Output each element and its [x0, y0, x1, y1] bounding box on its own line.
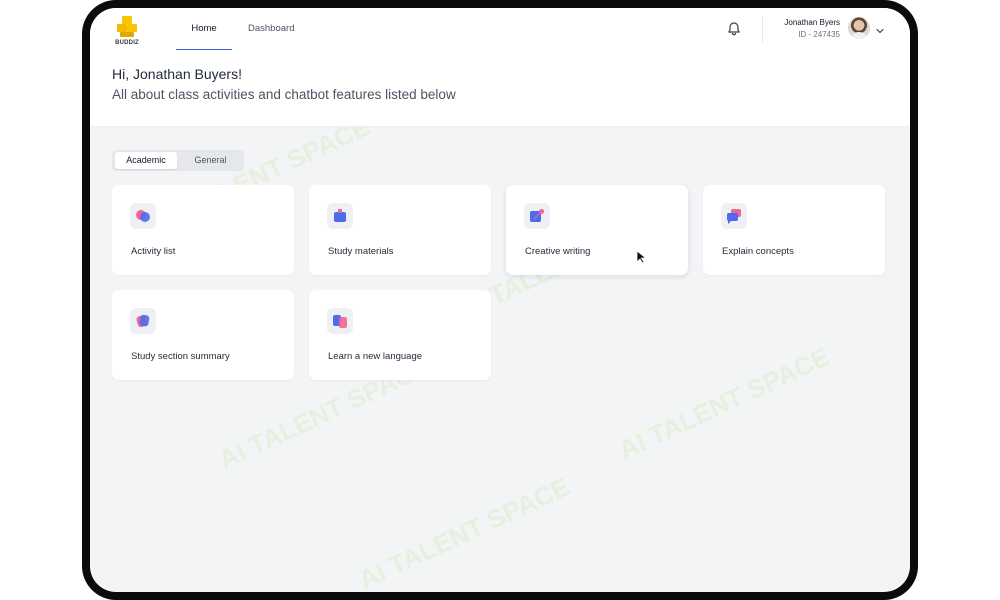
card-explain-concepts[interactable]: Explain concepts [703, 185, 885, 275]
watermark: AI TALENT SPACE [354, 471, 575, 592]
logo-text: BUDDIZ [115, 40, 139, 46]
card-label: Explain concepts [722, 246, 794, 257]
app-screen: AI TALENT SPACE AI TALENT SPACE AI TALEN… [90, 8, 910, 592]
divider [762, 16, 763, 42]
buddiz-logo[interactable]: BUDDIZ [114, 14, 140, 48]
avatar[interactable] [848, 17, 870, 39]
greeting-title: Hi, Jonathan Buyers! [112, 66, 242, 82]
segment-general[interactable]: General [180, 152, 241, 169]
card-label: Learn a new language [328, 351, 423, 362]
activity-list-icon [130, 203, 156, 229]
user-name: Jonathan Byers [784, 18, 840, 27]
card-learn-a-new-language[interactable]: Learn a new language [309, 290, 491, 380]
card-label: Creative writing [525, 246, 591, 257]
card-label: Activity list [131, 246, 176, 257]
notification-bell-icon[interactable] [726, 21, 742, 37]
watermark: AI TALENT SPACE [614, 341, 835, 465]
category-switch: Academic General [112, 150, 244, 171]
creative-writing-icon [524, 203, 550, 229]
explain-concepts-icon [721, 203, 747, 229]
logo-icon [117, 16, 137, 37]
tab-dashboard[interactable]: Dashboard [248, 8, 294, 50]
tab-home[interactable]: Home [176, 8, 232, 51]
language-icon [327, 308, 353, 334]
card-study-materials[interactable]: Study materials [309, 185, 491, 275]
greeting-section: Hi, Jonathan Buyers! All about class act… [90, 50, 910, 127]
device-frame: AI TALENT SPACE AI TALENT SPACE AI TALEN… [82, 0, 918, 600]
summary-icon [130, 308, 156, 334]
card-activity-list[interactable]: Activity list [112, 185, 294, 275]
segment-academic[interactable]: Academic [115, 152, 177, 169]
card-label: Study materials [328, 246, 394, 257]
study-materials-icon [327, 203, 353, 229]
top-navigation-bar: BUDDIZ Home Dashboard Jonathan Byers ID … [90, 8, 910, 51]
greeting-subtitle: All about class activities and chatbot f… [112, 87, 456, 102]
user-id: ID - 247435 [798, 30, 840, 39]
card-label: Study section summary [131, 351, 230, 362]
mouse-cursor-icon [636, 250, 648, 264]
chevron-down-icon[interactable] [875, 23, 885, 34]
card-creative-writing[interactable]: Creative writing [506, 185, 688, 275]
card-study-section-summary[interactable]: Study section summary [112, 290, 294, 380]
